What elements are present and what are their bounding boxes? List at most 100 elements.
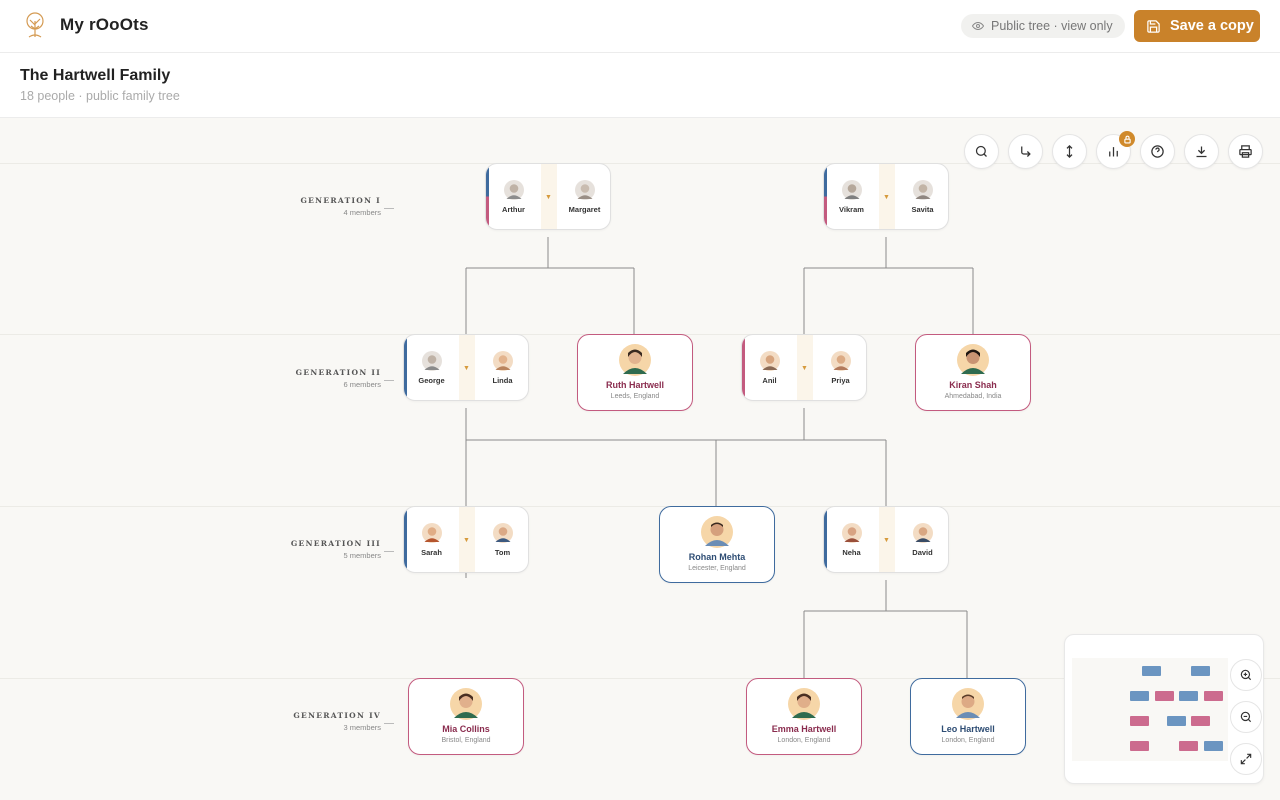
avatar [912,180,933,200]
minimap-node [1130,716,1149,726]
avatar [492,523,513,543]
person-card-leo[interactable]: Leo Hartwell London, England [910,678,1026,755]
person-card-ruth[interactable]: Ruth Hartwell Leeds, England [577,334,693,411]
person-george[interactable]: George [404,351,459,385]
public-status-label: Public tree · view only [991,19,1113,33]
zoom-out-button[interactable] [1230,701,1262,733]
heart-icon: ▼ [463,537,470,544]
couple-card-vikram-savita[interactable]: Vikram ▼ Savita [823,163,949,230]
couple-card-sarah-tom[interactable]: Sarah ▼ Tom [403,506,529,573]
person-arthur[interactable]: Arthur [486,180,541,214]
person-sarah[interactable]: Sarah [404,523,459,557]
generation-count: 3 members [343,723,381,732]
person-anil[interactable]: Anil [742,351,797,385]
heart-icon: ▼ [883,537,890,544]
download-button[interactable] [1184,134,1219,169]
person-name: Anil [762,376,777,385]
avatar [957,344,989,376]
heart-icon: ▼ [801,365,808,372]
person-location: London, England [941,737,995,744]
generation-name: GENERATION IV [293,711,381,720]
avatar [841,180,862,200]
person-name: Mia Collins [442,724,490,734]
minimap-node [1204,741,1223,751]
avatar [759,351,780,371]
generation-tick [384,380,394,381]
person-name: Ruth Hartwell [605,380,664,390]
generation-count: 6 members [343,380,381,389]
minimap-preview[interactable] [1072,658,1228,761]
person-card-rohan[interactable]: Rohan Mehta Leicester, England [659,506,775,583]
generation-tick [384,723,394,724]
fit-screen-button[interactable] [1230,743,1262,775]
couple-card-george-linda[interactable]: George ▼ Linda [403,334,529,401]
heart-icon: ▼ [545,194,552,201]
tree-canvas[interactable]: GENERATION I 4 members GENERATION II 6 m… [0,118,1280,800]
person-name: Priya [831,376,850,385]
marriage-divider: ▼ [459,335,475,400]
person-location: Leicester, England [688,565,746,572]
minimap-node [1179,741,1198,751]
minimap-node [1142,666,1161,676]
vertical-layout-button[interactable] [1052,134,1087,169]
person-card-kiran[interactable]: Kiran Shah Ahmedabad, India [915,334,1031,411]
person-neha[interactable]: Neha [824,523,879,557]
expand-icon [1240,753,1252,765]
person-priya[interactable]: Priya [813,351,866,385]
couple-card-neha-david[interactable]: Neha ▼ David [823,506,949,573]
avatar [619,344,651,376]
person-david[interactable]: David [895,523,948,557]
zoom-in-button[interactable] [1230,659,1262,691]
marriage-divider: ▼ [459,507,475,572]
person-name: Neha [842,548,861,557]
person-tom[interactable]: Tom [475,523,528,557]
save-copy-button[interactable]: Save a copy [1134,10,1260,42]
person-card-mia[interactable]: Mia Collins Bristol, England [408,678,524,755]
bar-chart-icon [1109,147,1118,157]
page-title: The Hartwell Family [20,67,171,84]
person-name: Rohan Mehta [688,552,746,562]
person-vikram[interactable]: Vikram [824,180,879,214]
marriage-divider: ▼ [797,335,813,400]
download-icon [1196,146,1207,158]
help-button[interactable] [1140,134,1175,169]
person-name: Emma Hartwell [771,724,837,734]
minimap[interactable] [1064,634,1264,784]
minimap-node [1167,716,1186,726]
couple-card-arthur-margaret[interactable]: Arthur ▼ Margaret [485,163,611,230]
search-button[interactable] [964,134,999,169]
generation-count: 4 members [343,208,381,217]
generation-label-1: GENERATION I 4 members [261,196,381,217]
person-name: Leo Hartwell [941,724,995,734]
person-name: Sarah [421,548,442,557]
print-button[interactable] [1228,134,1263,169]
relationship-path-button[interactable] [1008,134,1043,169]
couple-card-anil-priya[interactable]: Anil ▼ Priya [741,334,867,401]
redirect-arrow-icon [1021,146,1031,157]
page-subtitle: 18 people · public family tree [20,89,180,103]
public-status-badge: Public tree · view only [961,14,1125,38]
generation-count: 5 members [343,551,381,560]
tree-header: The Hartwell Family 18 people · public f… [0,53,1280,118]
generation-label-2: GENERATION II 6 members [261,368,381,389]
avatar [450,688,482,720]
tree-icon [21,11,49,39]
generation-name: GENERATION I [300,196,381,205]
avatar [492,351,513,371]
person-name: David [912,548,933,557]
person-card-emma[interactable]: Emma Hartwell London, England [746,678,862,755]
avatar [841,523,862,543]
person-margaret[interactable]: Margaret [557,180,610,214]
zoom-in-icon [1240,669,1252,681]
avatar [830,351,851,371]
minimap-node [1130,691,1149,701]
person-name: Vikram [839,205,864,214]
minimap-node [1191,716,1210,726]
marriage-divider: ▼ [879,164,895,229]
person-linda[interactable]: Linda [475,351,528,385]
print-icon [1239,145,1252,158]
person-savita[interactable]: Savita [895,180,948,214]
person-name: Kiran Shah [949,380,997,390]
minimap-node [1179,691,1198,701]
heart-icon: ▼ [883,194,890,201]
